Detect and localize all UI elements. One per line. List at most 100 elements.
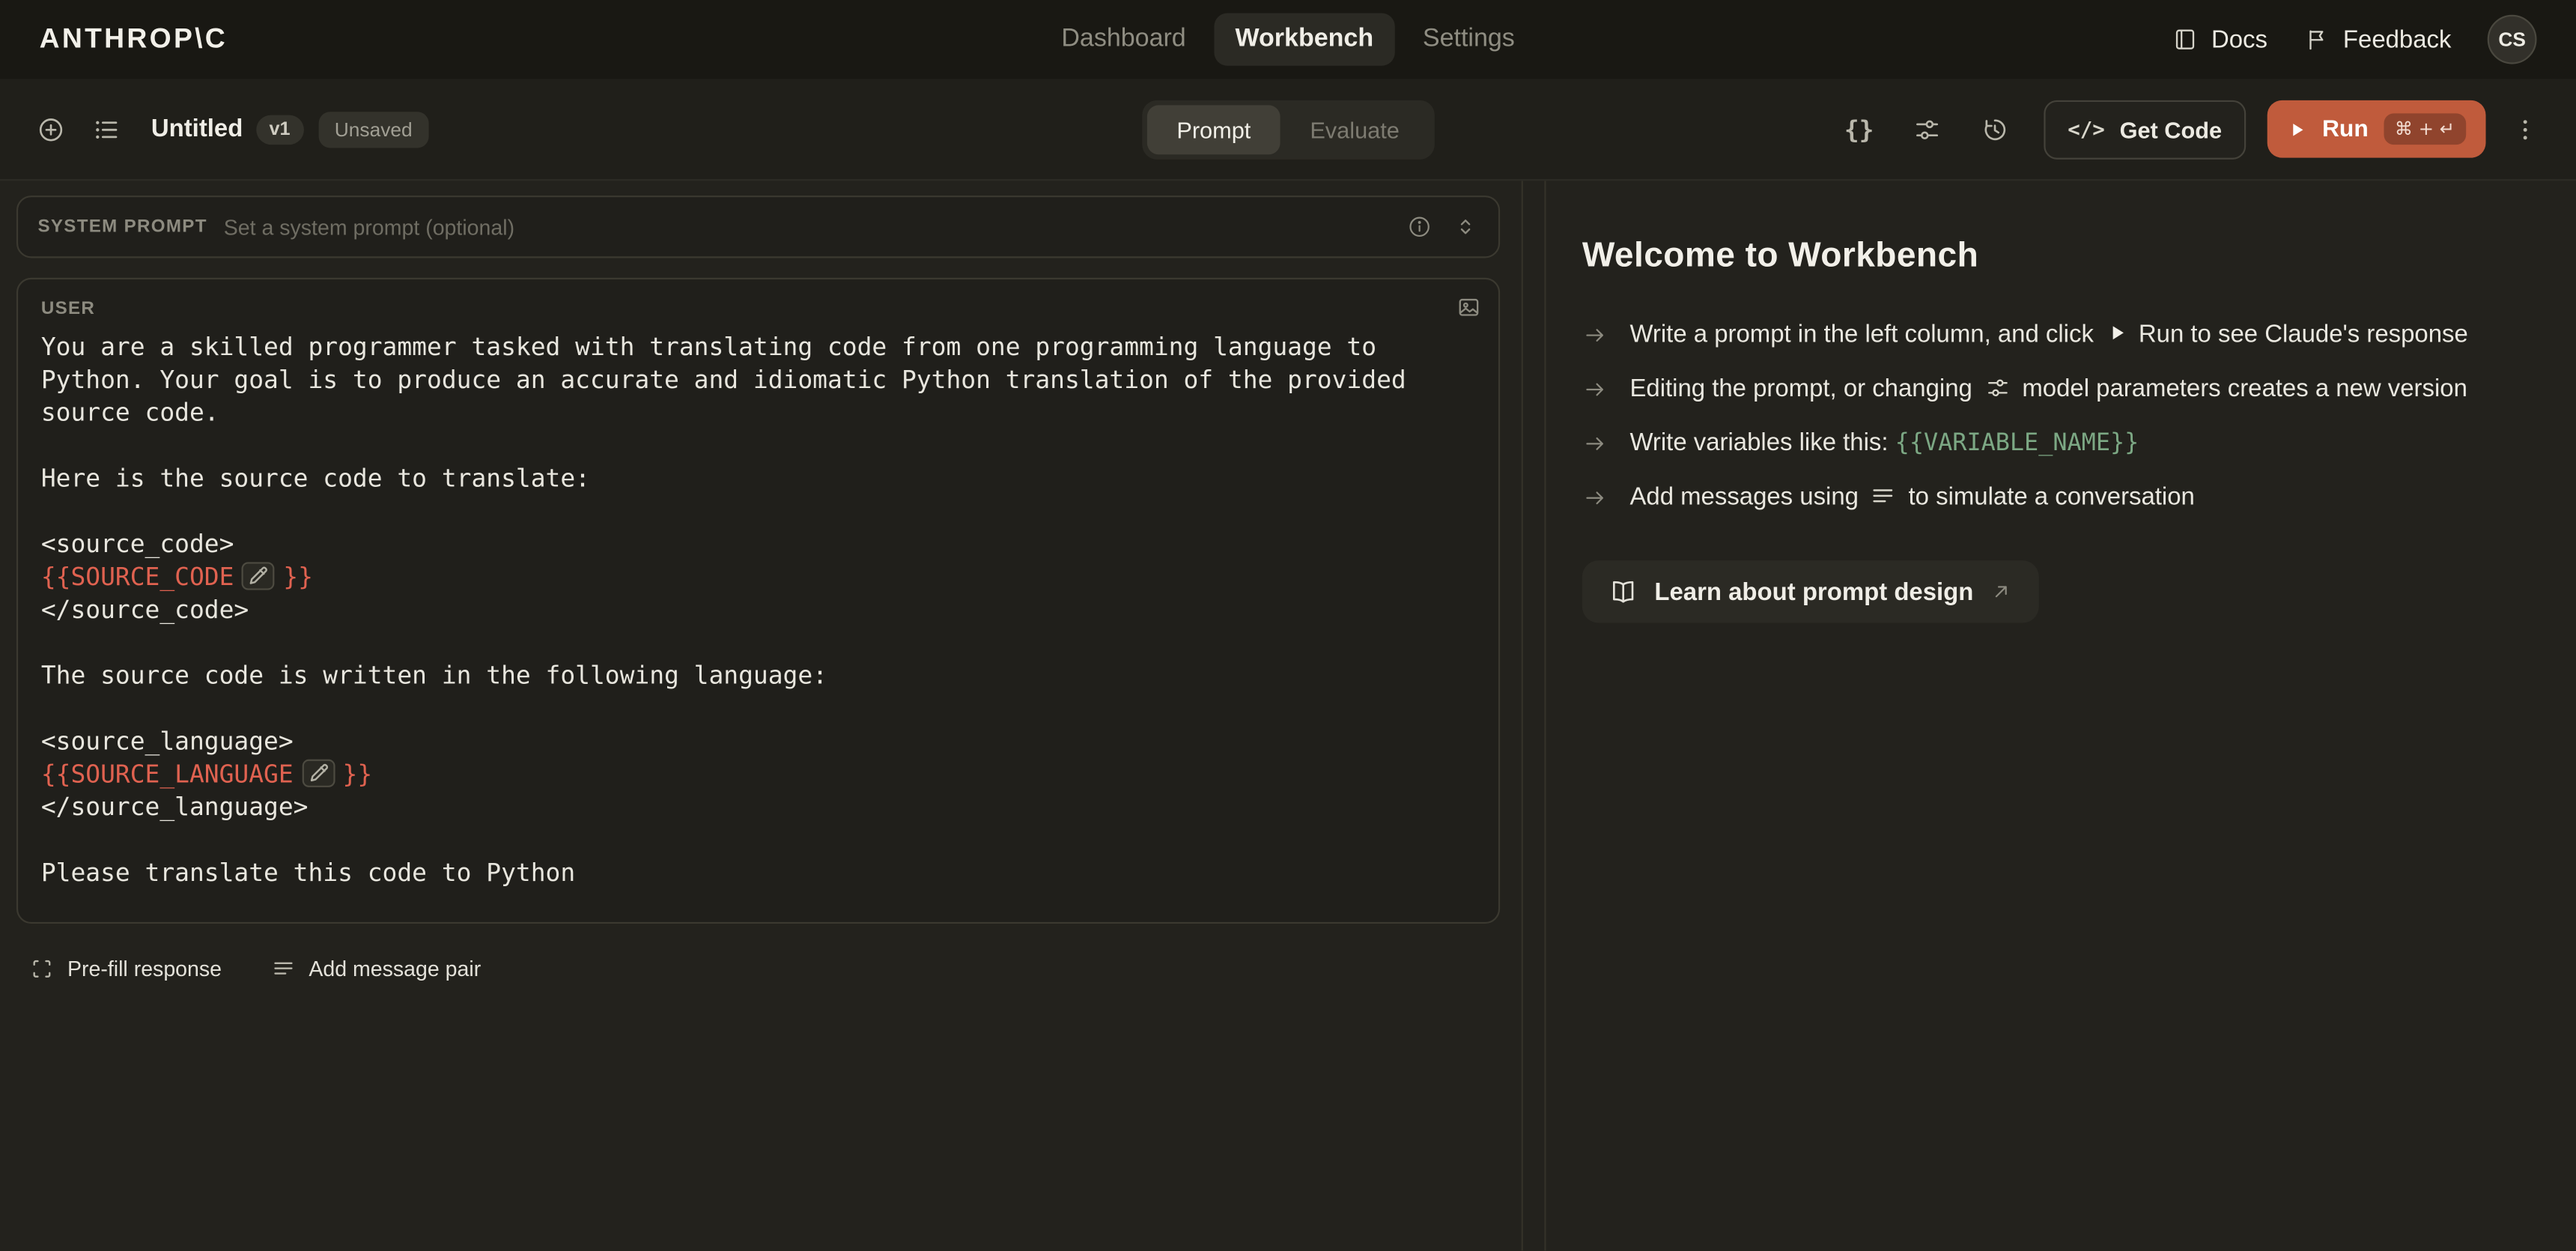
book-icon	[1609, 577, 1638, 606]
user-message-text[interactable]: You are a skilled programmer tasked with…	[41, 330, 1475, 889]
variable-token: }}	[283, 562, 313, 591]
system-prompt-label: SYSTEM PROMPT	[37, 217, 207, 237]
docs-label: Docs	[2211, 25, 2267, 53]
toolbar-left: Untitled v1 Unsaved	[23, 101, 429, 157]
user-message-editor[interactable]: USER You are a skilled programmer tasked…	[16, 278, 1500, 924]
toolbar: Untitled v1 Unsaved PromptEvaluate {} </…	[0, 79, 2576, 181]
add-message-pair-label: Add message pair	[309, 957, 481, 981]
arrow-right-icon	[1582, 485, 1609, 511]
arrow-right-icon	[1582, 376, 1609, 402]
get-code-button[interactable]: </> Get Code	[2043, 100, 2247, 159]
docs-icon	[2172, 26, 2198, 52]
top-bar-right: Docs Feedback CS	[2172, 15, 2536, 64]
variable-example: {{VARIABLE_NAME}}	[1895, 431, 2139, 457]
learn-prompt-design-button[interactable]: Learn about prompt design	[1582, 560, 2039, 623]
prompt-title[interactable]: Untitled	[151, 115, 243, 143]
prefill-response-button[interactable]: Pre-fill response	[29, 957, 222, 981]
prefill-icon	[29, 957, 54, 981]
welcome-item: Editing the prompt, or changing model pa…	[1582, 370, 2478, 410]
run-button[interactable]: Run ⌘ + ↵	[2268, 100, 2486, 158]
sliders-icon	[1984, 375, 2011, 401]
message-line: Python. Your goal is to produce an accur…	[41, 363, 1475, 396]
variable-token: {{SOURCE_LANGUAGE	[41, 760, 294, 789]
prompt-list-button[interactable]	[79, 101, 135, 157]
code-icon: </>	[2068, 117, 2105, 142]
nav-workbench[interactable]: Workbench	[1214, 13, 1395, 66]
system-prompt-actions	[1406, 213, 1479, 240]
panel-resizer[interactable]	[1522, 181, 1546, 1250]
prefill-label: Pre-fill response	[67, 957, 222, 981]
unsaved-badge: Unsaved	[318, 111, 429, 147]
chat-icon	[1871, 483, 1897, 509]
message-line	[41, 692, 1475, 725]
info-icon[interactable]	[1406, 213, 1433, 240]
message-line: The source code is written in the follow…	[41, 659, 1475, 692]
nav-dashboard[interactable]: Dashboard	[1040, 13, 1207, 66]
message-line: {{SOURCE_LANGUAGE}}	[41, 757, 1475, 790]
feedback-button[interactable]: Feedback	[2303, 25, 2451, 53]
top-bar: ANTHROP\C DashboardWorkbenchSettings Doc…	[0, 0, 2576, 79]
add-image-button[interactable]	[1456, 294, 1482, 326]
learn-button-label: Learn about prompt design	[1654, 578, 1973, 605]
main-content: SYSTEM PROMPT Set a system prompt (optio…	[0, 181, 2576, 1250]
play-icon	[2106, 322, 2127, 344]
plus-circle-icon	[36, 114, 65, 143]
arrow-right-icon	[1582, 431, 1609, 457]
message-line: Please translate this code to Python	[41, 856, 1475, 889]
message-line	[41, 494, 1475, 527]
model-settings-button[interactable]	[1898, 101, 1954, 157]
image-icon	[1456, 294, 1482, 321]
message-line: <source_code>	[41, 527, 1475, 560]
nav-settings[interactable]: Settings	[1401, 13, 1536, 66]
message-line: Here is the source code to translate:	[41, 462, 1475, 495]
expand-icon[interactable]	[1452, 213, 1478, 240]
message-line: source code.	[41, 396, 1475, 429]
system-prompt-field[interactable]: SYSTEM PROMPT Set a system prompt (optio…	[16, 196, 1500, 258]
variable-token: }}	[343, 760, 373, 789]
message-line	[41, 626, 1475, 659]
play-icon	[2288, 119, 2307, 139]
welcome-item: Write a prompt in the left column, and c…	[1582, 315, 2478, 355]
more-menu-button[interactable]	[2497, 101, 2554, 157]
message-line: </source_code>	[41, 593, 1475, 626]
anthropic-logo[interactable]: ANTHROP\C	[40, 23, 228, 56]
feedback-label: Feedback	[2343, 25, 2452, 53]
top-nav: DashboardWorkbenchSettings	[1040, 13, 1537, 66]
get-code-label: Get Code	[2120, 116, 2223, 142]
workbench-app: ANTHROP\C DashboardWorkbenchSettings Doc…	[0, 0, 2576, 1251]
prompt-panel: SYSTEM PROMPT Set a system prompt (optio…	[0, 181, 1522, 1250]
tab-prompt[interactable]: Prompt	[1147, 104, 1281, 154]
list-icon	[92, 114, 121, 143]
history-icon	[1979, 114, 2008, 143]
version-badge[interactable]: v1	[256, 114, 303, 143]
docs-button[interactable]: Docs	[2172, 25, 2267, 53]
welcome-list: Write a prompt in the left column, and c…	[1582, 315, 2478, 518]
message-line: You are a skilled programmer tasked with…	[41, 330, 1475, 363]
variables-button[interactable]: {}	[1831, 101, 1887, 157]
run-shortcut: ⌘ + ↵	[2384, 113, 2467, 145]
welcome-panel: Welcome to Workbench Write a prompt in t…	[1546, 181, 2576, 1250]
kebab-icon	[2510, 114, 2539, 143]
system-prompt-placeholder: Set a system prompt (optional)	[224, 214, 1406, 239]
message-actions-row: Pre-fill response Add message pair	[16, 957, 1500, 981]
history-button[interactable]	[1966, 101, 2022, 157]
welcome-item: Write variables like this: {{VARIABLE_NA…	[1582, 424, 2478, 464]
welcome-item: Add messages using to simulate a convers…	[1582, 478, 2478, 518]
braces-icon: {}	[1844, 114, 1874, 143]
run-label: Run	[2322, 116, 2369, 142]
welcome-title: Welcome to Workbench	[1582, 237, 2527, 276]
mode-tabs: PromptEvaluate	[1142, 100, 1434, 159]
user-message-label: USER	[41, 299, 1475, 318]
new-prompt-button[interactable]	[23, 101, 79, 157]
arrow-right-icon	[1582, 322, 1609, 348]
edit-variable-button[interactable]	[242, 562, 275, 590]
tab-evaluate[interactable]: Evaluate	[1281, 104, 1430, 154]
avatar[interactable]: CS	[2488, 15, 2537, 64]
sliders-icon	[1912, 114, 1941, 143]
message-line	[41, 429, 1475, 462]
message-line: {{SOURCE_CODE}}	[41, 560, 1475, 593]
edit-variable-button[interactable]	[302, 760, 335, 787]
add-message-pair-button[interactable]: Add message pair	[271, 957, 481, 981]
feedback-icon	[2303, 26, 2330, 52]
message-line	[41, 823, 1475, 856]
